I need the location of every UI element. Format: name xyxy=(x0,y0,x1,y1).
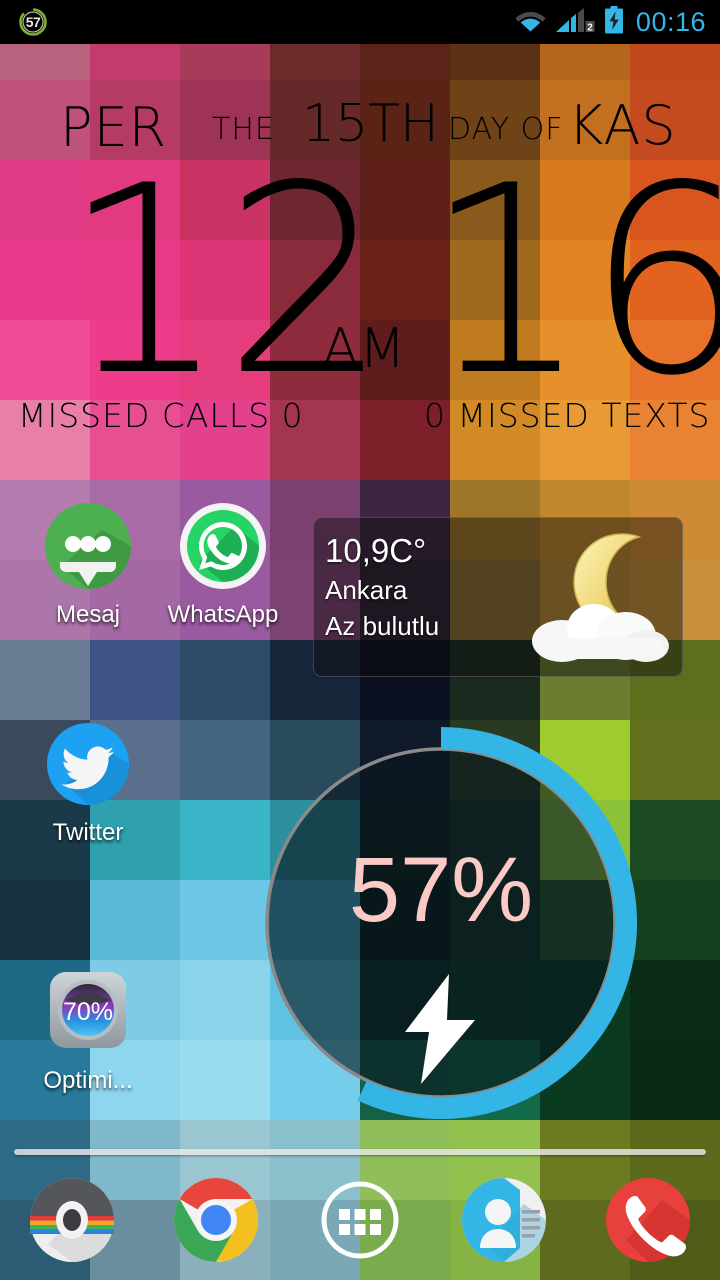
cloud-shape xyxy=(532,604,669,662)
lightning-bolt-icon xyxy=(405,974,475,1084)
optimizer-icon: 70% xyxy=(42,966,134,1058)
battery-ring-value: 57 xyxy=(25,14,41,30)
wallpaper-cell xyxy=(0,640,90,720)
wallpaper-cell xyxy=(630,960,720,1040)
clock-time-line: 12 AM 16 xyxy=(0,152,720,412)
clock-missed-line: MISSED CALLS 0 0 MISSED TEXTS xyxy=(0,396,720,436)
wallpaper-cell xyxy=(630,880,720,960)
home-screen: 57 2 00:16 PER THE 15TH DAY OF KAS 12 AM… xyxy=(0,0,720,1280)
wallpaper-cell xyxy=(180,640,270,720)
sim-badge: 2 xyxy=(587,22,593,33)
weather-city: Ankara xyxy=(325,575,408,605)
missed-texts-label: 0 MISSED TEXTS xyxy=(424,396,711,435)
wallpaper-cell xyxy=(630,800,720,880)
dock-item-app-drawer[interactable] xyxy=(288,1174,432,1266)
status-bar[interactable]: 57 2 00:16 xyxy=(0,0,720,44)
whatsapp-icon xyxy=(177,500,269,592)
wallpaper-cell xyxy=(90,880,180,960)
weather-widget[interactable]: 10,9C° Ankara Az bulutlu xyxy=(313,517,683,677)
contacts-icon xyxy=(458,1174,550,1266)
dock xyxy=(0,1160,720,1280)
wallpaper-cell xyxy=(0,880,90,960)
optimizer-badge-value: 70% xyxy=(63,998,113,1026)
app-icon-twitter[interactable]: Twitter xyxy=(14,718,162,847)
weather-text: 10,9C° Ankara Az bulutlu xyxy=(325,530,439,644)
status-bar-right: 2 00:16 xyxy=(515,5,720,39)
clock-ampm: AM xyxy=(322,317,406,380)
twitter-bird-icon xyxy=(42,718,134,810)
moon-cloud-icon xyxy=(518,528,676,670)
dock-item-chrome[interactable] xyxy=(144,1174,288,1266)
app-icon-mesaj[interactable]: Mesaj xyxy=(14,500,162,629)
weather-temperature: 10,9C° xyxy=(325,532,427,569)
camera-icon xyxy=(26,1174,118,1266)
dock-item-camera[interactable] xyxy=(0,1174,144,1266)
app-label-mesaj: Mesaj xyxy=(55,601,121,628)
status-bar-left: 57 xyxy=(0,7,48,37)
signal-bars-icon: 2 xyxy=(555,7,595,38)
weather-condition: Az bulutlu xyxy=(325,611,440,641)
status-bar-clock: 00:16 xyxy=(635,6,706,37)
missed-calls-label: MISSED CALLS 0 xyxy=(18,396,304,435)
battery-charging-icon xyxy=(604,5,624,39)
app-label-whatsapp: WhatsApp xyxy=(167,601,279,628)
app-drawer-icon xyxy=(314,1174,406,1266)
chrome-icon xyxy=(170,1174,262,1266)
app-label-optimizer: Optimi... xyxy=(43,1067,133,1094)
dock-item-contacts[interactable] xyxy=(432,1174,576,1266)
wallpaper-cell xyxy=(630,720,720,800)
dock-item-phone[interactable] xyxy=(576,1174,720,1266)
app-icon-optimizer[interactable]: 70% Optimi... xyxy=(14,966,162,1095)
clock-widget[interactable]: PER THE 15TH DAY OF KAS 12 AM 16 MISSED … xyxy=(0,44,720,444)
wifi-icon xyxy=(515,8,546,37)
app-label-twitter: Twitter xyxy=(52,819,124,846)
battery-circle-widget[interactable]: 57% xyxy=(240,722,642,1124)
wallpaper-cell xyxy=(630,1040,720,1120)
clock-minute: 16 xyxy=(424,131,720,433)
phone-icon xyxy=(602,1174,694,1266)
wallpaper-cell xyxy=(90,640,180,720)
page-separator xyxy=(14,1149,706,1155)
battery-percent-label: 57% xyxy=(348,839,534,941)
app-icon-whatsapp[interactable]: WhatsApp xyxy=(149,500,297,629)
battery-ring-icon: 57 xyxy=(18,7,48,37)
message-bubble-icon xyxy=(42,500,134,592)
